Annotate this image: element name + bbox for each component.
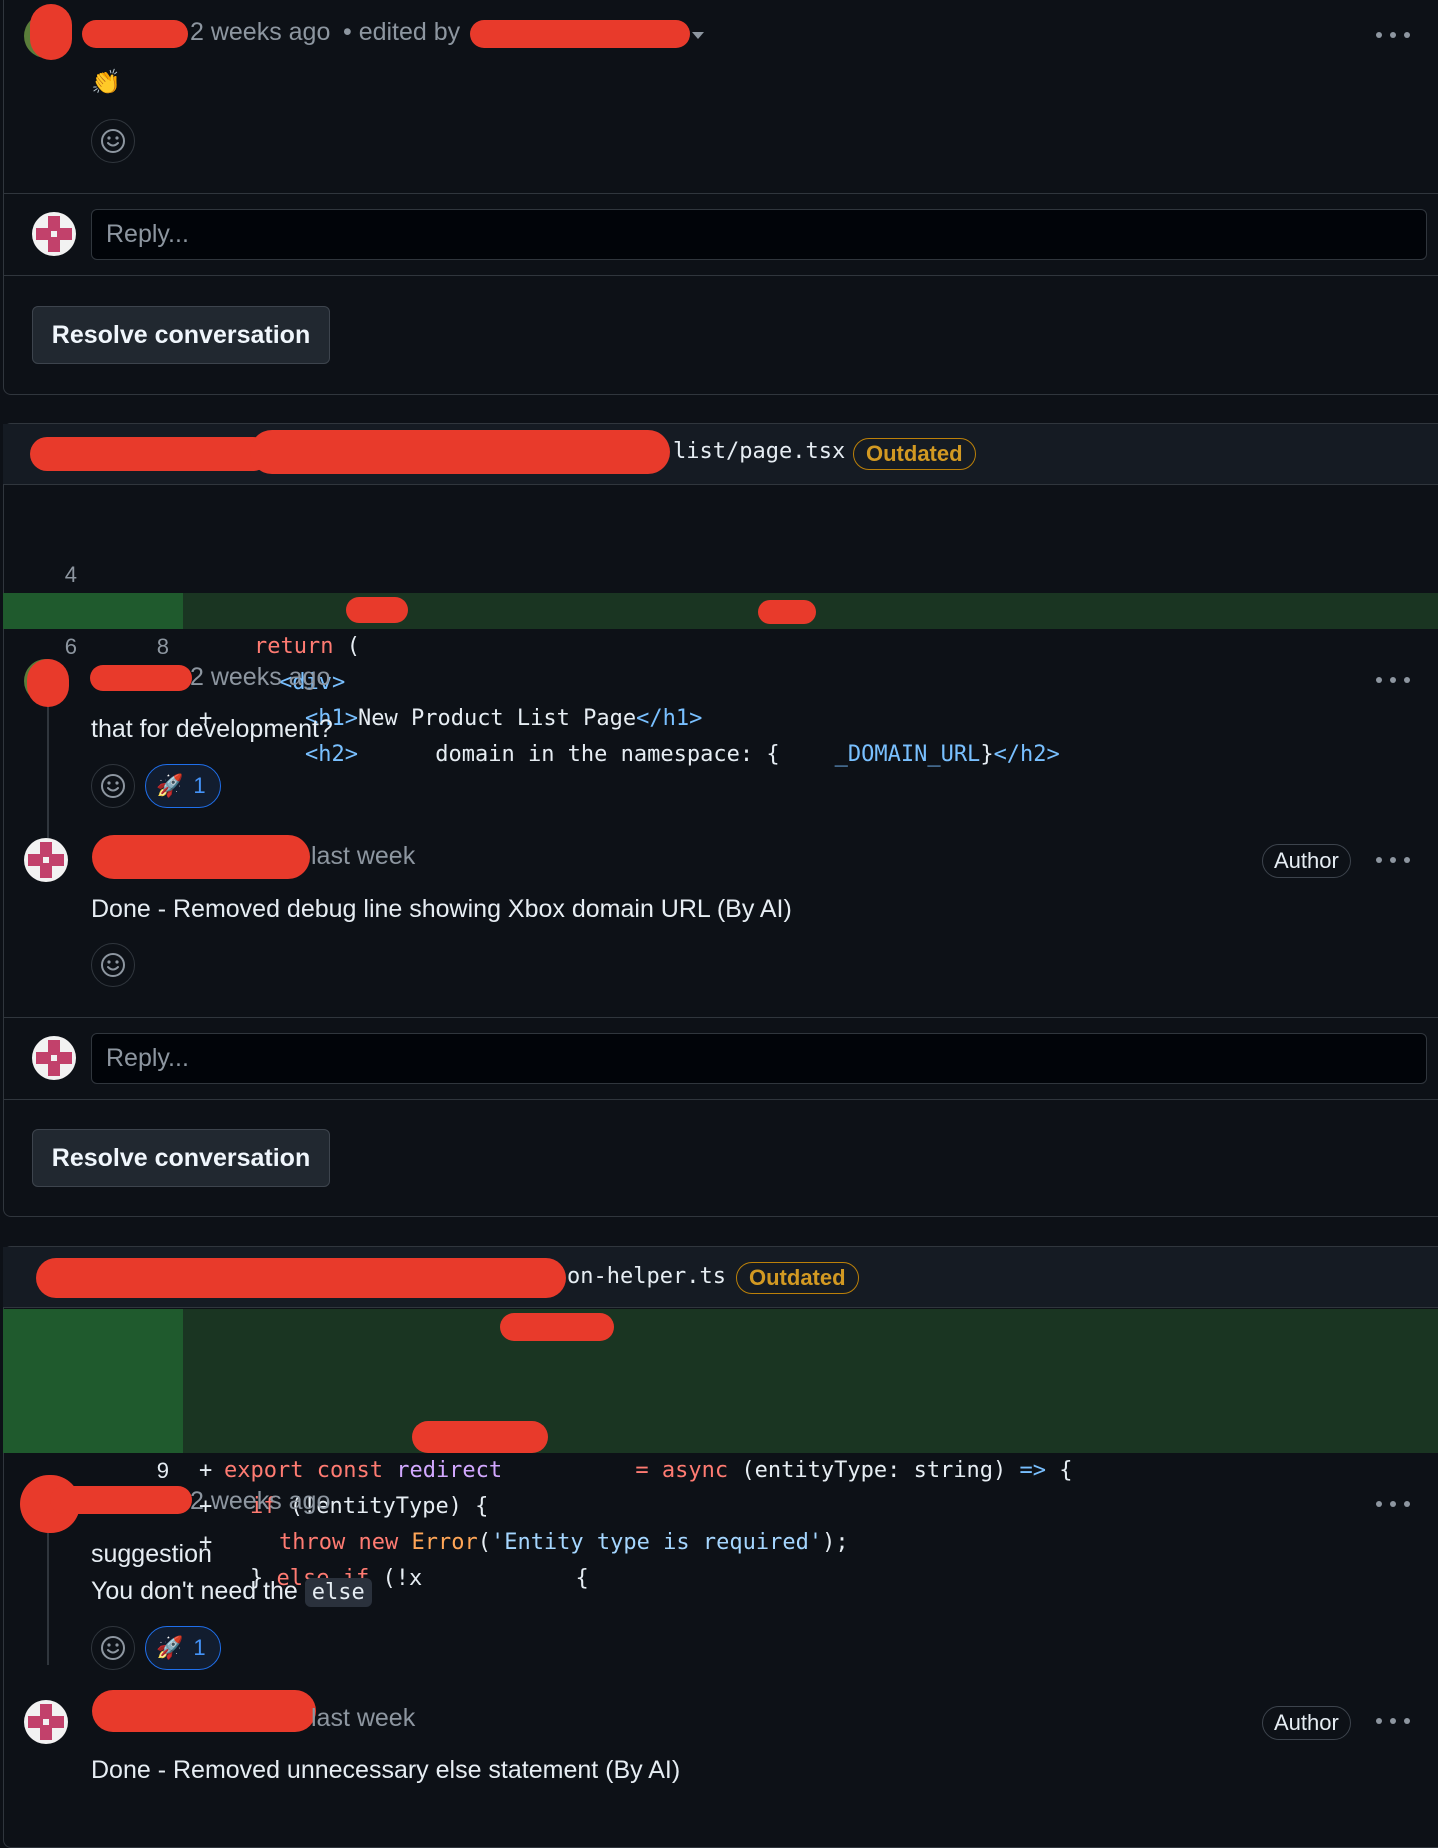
comment-options-button[interactable] xyxy=(1376,30,1410,40)
rocket-icon: 🚀 xyxy=(156,1635,184,1660)
add-reaction-button[interactable] xyxy=(91,119,135,163)
avatar[interactable] xyxy=(24,1700,68,1744)
comment-timestamp[interactable]: last week xyxy=(311,1704,415,1733)
avatar[interactable] xyxy=(24,838,68,882)
redacted-username xyxy=(82,20,188,48)
rocket-icon: 🚀 xyxy=(156,773,184,798)
current-user-avatar xyxy=(32,1036,76,1080)
smiley-icon xyxy=(101,129,125,153)
comment-body-line2: You don't need the else xyxy=(91,1577,372,1607)
redacted-code xyxy=(758,600,816,624)
comment-timestamp[interactable]: 2 weeks ago xyxy=(190,1487,330,1516)
redacted-file-path xyxy=(36,1258,566,1298)
redacted-avatar xyxy=(27,659,69,707)
current-user-avatar xyxy=(32,212,76,256)
comment-options-button[interactable] xyxy=(1376,675,1410,685)
smiley-icon xyxy=(101,1636,125,1660)
redacted-avatar xyxy=(30,4,72,60)
redacted-code xyxy=(500,1313,614,1341)
file-path[interactable]: on-helper.ts xyxy=(567,1264,726,1289)
redacted-username xyxy=(50,1486,192,1514)
smiley-icon xyxy=(101,774,125,798)
add-reaction-button[interactable] xyxy=(91,943,135,987)
reaction-rocket-button[interactable]: 🚀 1 xyxy=(145,1626,221,1670)
redacted-code xyxy=(346,597,408,623)
resolve-conversation-button[interactable]: Resolve conversation xyxy=(32,306,330,364)
comment-body: Done - Removed debug line showing Xbox d… xyxy=(91,895,792,923)
outdated-badge: Outdated xyxy=(736,1262,859,1294)
diff-line-added: 10 + <h2> domain in the namespace: {_DOM… xyxy=(3,593,1438,767)
redacted-username xyxy=(90,665,192,691)
reaction-rocket-button[interactable]: 🚀 1 xyxy=(145,764,221,808)
diff-line: 4 7 return ( xyxy=(64,562,360,659)
redacted-file-path xyxy=(250,430,670,474)
comment-body: 👏 xyxy=(91,69,121,96)
diff-line: 6 9 <h1>New Product List Page</h1> xyxy=(64,634,703,731)
divider xyxy=(3,275,1438,276)
divider xyxy=(3,1099,1438,1100)
redacted-editor-name xyxy=(470,20,690,48)
divider xyxy=(3,1017,1438,1018)
comment-body-line1: suggestion xyxy=(91,1540,212,1568)
comment-body: Done - Removed unnecessary else statemen… xyxy=(91,1756,681,1784)
comment-body: that for development? xyxy=(91,715,333,743)
comment-options-button[interactable] xyxy=(1376,1499,1410,1509)
diff-line-added: 10 + } else if (!x { xyxy=(3,1417,1438,1591)
add-reaction-button[interactable] xyxy=(91,764,135,808)
redacted-username xyxy=(92,835,310,879)
outdated-badge: Outdated xyxy=(853,438,976,470)
reply-input[interactable] xyxy=(91,1033,1427,1084)
reaction-count: 1 xyxy=(193,773,206,798)
redacted-code xyxy=(412,1421,548,1453)
resolve-conversation-button[interactable]: Resolve conversation xyxy=(32,1129,330,1187)
author-badge: Author xyxy=(1262,1706,1351,1740)
comment-timestamp[interactable]: 2 weeks ago xyxy=(190,18,330,47)
comment-options-button[interactable] xyxy=(1376,1716,1410,1726)
comment-options-button[interactable] xyxy=(1376,855,1410,865)
diff-line-added: 7 + export const redirect = async (entit… xyxy=(3,1309,1438,1483)
diff-line: 5 8 <div> xyxy=(65,598,346,695)
divider xyxy=(3,193,1438,194)
redacted-username xyxy=(92,1690,316,1732)
comment-timestamp[interactable]: 2 weeks ago xyxy=(190,663,330,692)
chevron-down-icon[interactable] xyxy=(692,32,704,39)
inline-code: else xyxy=(304,1578,372,1607)
edited-by-label[interactable]: • edited by xyxy=(343,18,460,47)
comment-timestamp[interactable]: last week xyxy=(311,842,415,871)
reaction-count: 1 xyxy=(193,1635,206,1660)
reply-input[interactable] xyxy=(91,209,1427,260)
author-badge: Author xyxy=(1262,844,1351,878)
file-path[interactable]: list/page.tsx xyxy=(673,439,845,464)
redacted-file-path xyxy=(30,437,270,471)
diff-line-added: 9 + throw new Error('Entity type is requ… xyxy=(3,1381,1438,1555)
smiley-icon xyxy=(101,953,125,977)
add-reaction-button[interactable] xyxy=(91,1626,135,1670)
diff-line-added: 8 + if (!entityType) { xyxy=(3,1345,1438,1519)
